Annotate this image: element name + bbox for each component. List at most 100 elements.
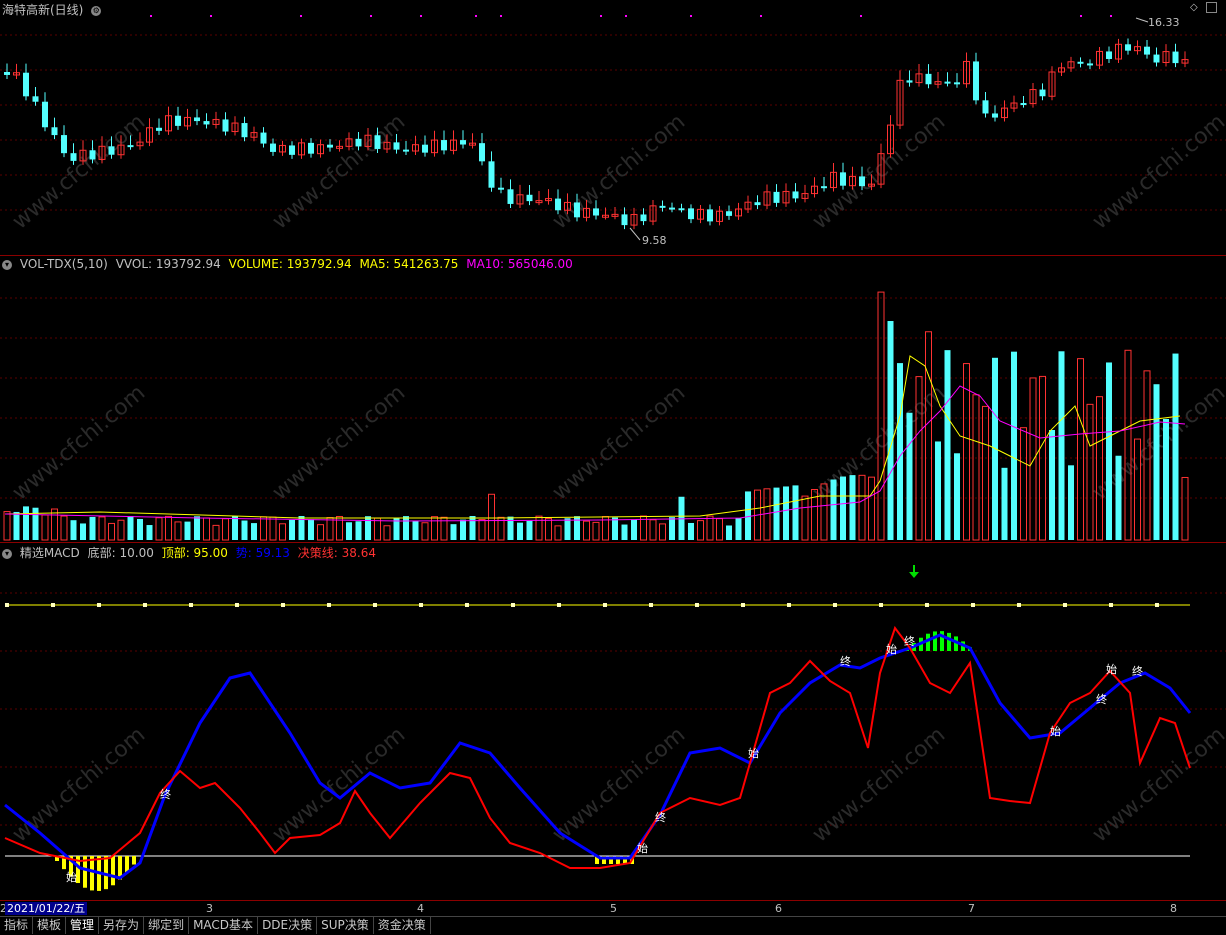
volume-bar-down <box>23 506 29 540</box>
volume-bar-up <box>1029 377 1037 541</box>
volume-bar-down <box>773 487 780 540</box>
volume-bar-down <box>745 491 751 540</box>
tab-manage[interactable]: 管理 <box>66 917 100 934</box>
top-marker <box>925 603 929 607</box>
watermark: www.cfchi.com <box>268 109 410 234</box>
signal-mark: 始 <box>637 841 648 855</box>
watermark: www.cfchi.com <box>808 722 950 847</box>
candle-down <box>593 208 599 216</box>
top-marker <box>97 603 101 607</box>
candle-down <box>498 187 504 190</box>
month-label: 4 <box>417 902 424 915</box>
candle-down <box>1020 103 1027 106</box>
candle-down <box>70 153 77 161</box>
candle-down <box>621 214 628 226</box>
month-label: 5 <box>610 902 617 915</box>
cursor-date: 2021/01/22/五 <box>5 902 88 915</box>
volume-bar-up <box>716 518 723 541</box>
tab-fund-decision[interactable]: 资金决策 <box>374 917 431 934</box>
tab-bind-to[interactable]: 绑定到 <box>144 917 190 934</box>
panel-toggle-icon[interactable] <box>1206 2 1217 13</box>
month-label: 3 <box>206 902 213 915</box>
signal-mark: 终 <box>904 634 915 648</box>
top-marker <box>281 603 285 607</box>
volume-bar-up <box>649 519 657 541</box>
volume-bar-up <box>554 525 562 541</box>
bottom-signal-bar <box>90 856 94 891</box>
candle-down <box>792 191 799 199</box>
volume-bar-up <box>174 521 182 541</box>
tab-macd-basic[interactable]: MACD基本 <box>189 917 259 934</box>
macd-panel[interactable]: ▾ 精选MACD 底部: 10.00 顶部: 95.00 势: 59.13 决策… <box>0 543 1226 900</box>
signal-mark: 终 <box>840 654 851 668</box>
top-marker <box>1109 603 1113 607</box>
candle-down <box>441 140 447 151</box>
watermark: www.cfchi.com <box>1088 722 1226 847</box>
signal-dot <box>760 15 762 17</box>
tab-template[interactable]: 模板 <box>33 917 67 934</box>
volume-bar-down <box>469 516 476 540</box>
signal-mark: 始 <box>1050 724 1061 738</box>
volume-bar-up <box>583 520 590 541</box>
tab-indicator[interactable]: 指标 <box>0 917 34 934</box>
candle-down <box>422 144 428 153</box>
watermark: www.cfchi.com <box>808 380 950 505</box>
candle-down <box>526 194 533 202</box>
volume-bar-down <box>840 476 846 540</box>
top-marker <box>143 603 147 607</box>
candle-down <box>355 138 362 147</box>
signal-mark: 终 <box>1132 664 1143 678</box>
top-marker <box>603 603 607 607</box>
candle-down <box>4 72 10 75</box>
candle-down <box>859 176 865 187</box>
volume-bar-down <box>460 519 466 540</box>
volume-panel[interactable]: ▾ VOL-TDX(5,10) VVOL: 193792.94 VOLUME: … <box>0 256 1226 542</box>
candle-down <box>108 146 115 155</box>
top-marker <box>1017 603 1021 607</box>
top-marker <box>787 603 791 607</box>
top-marker <box>327 603 331 607</box>
candle-down <box>51 127 58 136</box>
low-price-label: 9.58 <box>642 234 667 247</box>
volume-bar-up <box>165 515 172 541</box>
volume-bar-down <box>1163 418 1169 540</box>
diamond-icon[interactable]: ◇ <box>1190 2 1198 13</box>
watermark: www.cfchi.com <box>548 722 690 847</box>
watermark: www.cfchi.com <box>548 380 690 505</box>
tab-sup-decision[interactable]: SUP决策 <box>317 917 374 934</box>
watermark: www.cfchi.com <box>548 109 690 234</box>
volume-bar-up <box>1086 403 1094 541</box>
watermark: www.cfchi.com <box>268 380 410 505</box>
volume-bar-up <box>326 517 334 541</box>
volume-bar-down <box>194 516 200 540</box>
signal-dot <box>1110 15 1112 17</box>
signal-mark: 终 <box>160 787 171 801</box>
signal-dot <box>420 15 422 17</box>
volume-bar-down <box>137 518 143 540</box>
trend-line <box>4 633 1192 880</box>
candle-down <box>1153 54 1160 63</box>
kline-panel[interactable]: 海特高新(日线) ⚙ www.cfchi.com www.cfchi.com www… <box>0 0 1226 255</box>
candle-down <box>479 143 485 162</box>
watermark: www.cfchi.com <box>808 109 950 234</box>
volume-bar-up <box>697 520 704 541</box>
bottom-signal-bar <box>104 856 108 890</box>
volume-bar-down <box>1011 351 1017 540</box>
volume-bar-up <box>592 521 600 541</box>
date-axis: 2 2021/01/22/五 3 4 5 6 7 8 <box>0 900 1226 917</box>
candle-down <box>127 145 134 148</box>
volume-bar-down <box>241 520 248 540</box>
tab-save-as[interactable]: 另存为 <box>99 917 145 934</box>
volume-bar-down <box>526 520 533 540</box>
volume-bar-up <box>659 523 666 541</box>
volume-bar-down <box>393 518 400 540</box>
volume-bar-down <box>70 520 77 540</box>
volume-bar-down <box>517 522 523 540</box>
volume-bar-up <box>478 519 486 541</box>
bottom-signal-bar <box>132 856 136 865</box>
candle-down <box>754 202 761 206</box>
signal-mark: 终 <box>1096 692 1107 706</box>
volume-bar-down <box>13 511 20 540</box>
tab-dde-decision[interactable]: DDE决策 <box>258 917 318 934</box>
signal-dot <box>500 15 502 17</box>
